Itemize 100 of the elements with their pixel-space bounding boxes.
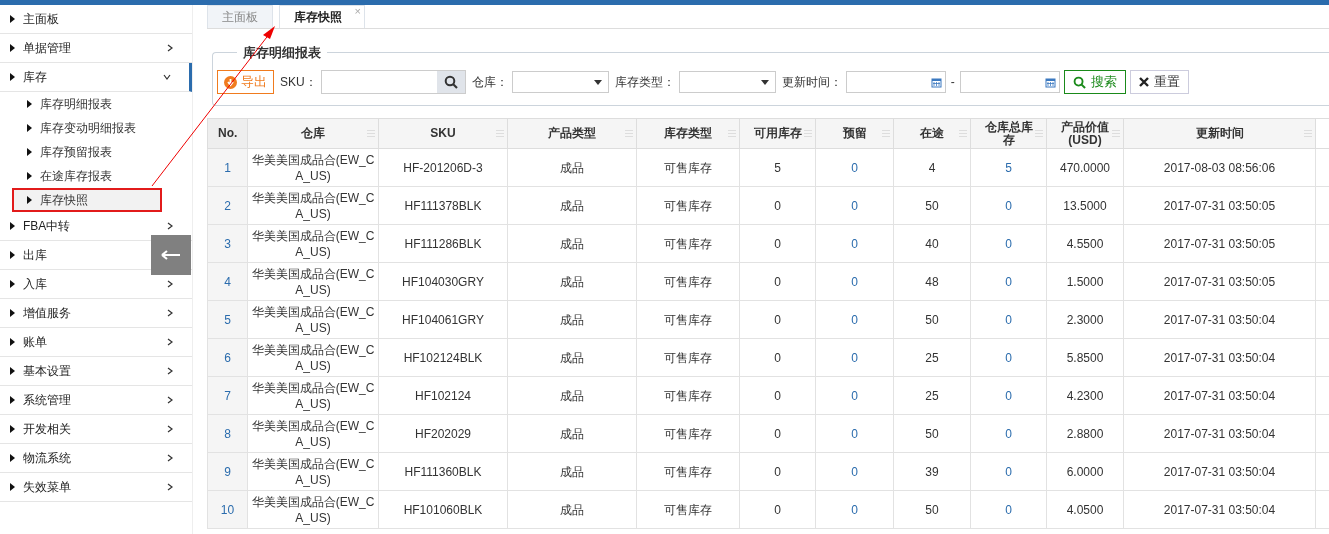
caret-icon bbox=[27, 100, 32, 108]
menu-item[interactable]: 库存 bbox=[0, 63, 192, 92]
caret-icon bbox=[27, 172, 32, 180]
table-cell: 2017-07-31 03:50:04 bbox=[1123, 490, 1316, 529]
table-cell: 50 bbox=[893, 300, 971, 339]
submenu-label: 在途库存报表 bbox=[40, 167, 112, 185]
table-cell: 0 bbox=[739, 376, 816, 415]
table-cell: 5 bbox=[207, 300, 248, 339]
caret-icon bbox=[10, 73, 15, 81]
menu-item[interactable]: 系统管理 bbox=[0, 386, 192, 415]
submenu-item[interactable]: 库存快照 bbox=[12, 188, 162, 212]
table-cell: 5 bbox=[970, 148, 1047, 187]
calendar-icon bbox=[1044, 76, 1056, 88]
table-cell: 成品 bbox=[507, 376, 637, 415]
submenu-item[interactable]: 库存变动明细报表 bbox=[0, 116, 192, 140]
table-cell: 可售库存 bbox=[636, 414, 740, 453]
menu-item[interactable]: 基本设置 bbox=[0, 357, 192, 386]
table-cell: HF202029 bbox=[378, 414, 508, 453]
arrow-left-icon bbox=[161, 250, 181, 260]
calendar-icon bbox=[930, 76, 942, 88]
reset-button[interactable]: 重置 bbox=[1129, 70, 1189, 94]
table-cell: 可售库存 bbox=[636, 338, 740, 377]
sku-field[interactable] bbox=[320, 70, 466, 94]
table-cell: 成品 bbox=[507, 414, 637, 453]
table-cell: 成品 bbox=[507, 262, 637, 301]
chevron-icon bbox=[163, 73, 171, 81]
table-cell: 13.5000 bbox=[1046, 186, 1124, 225]
table-cell: 成品 bbox=[507, 186, 637, 225]
table-cell: 可售库存 bbox=[636, 186, 740, 225]
search-button[interactable]: 搜索 bbox=[1063, 70, 1126, 94]
table-cell: 0 bbox=[815, 148, 894, 187]
chevron-icon bbox=[166, 396, 174, 404]
table-cell: 25 bbox=[893, 376, 971, 415]
table-cell: HF102124 bbox=[378, 376, 508, 415]
menu-item[interactable]: 单据管理 bbox=[0, 34, 192, 63]
table-cell: 可售库存 bbox=[636, 262, 740, 301]
filter-label: 更新时间： bbox=[781, 73, 842, 91]
menu-item[interactable]: 物流系统 bbox=[0, 444, 192, 473]
menu-item[interactable]: 开发相关 bbox=[0, 415, 192, 444]
submenu-item[interactable]: 库存预留报表 bbox=[0, 140, 192, 164]
table-cell: 2017-07-31 03:50:04 bbox=[1123, 414, 1316, 453]
menu-item[interactable]: 失效菜单 bbox=[0, 473, 192, 502]
table-cell: 华美美国成品合(EW_CA_US) bbox=[247, 224, 379, 263]
table-cell: 可售库存 bbox=[636, 490, 740, 529]
chevron-icon bbox=[166, 425, 174, 433]
table-cell: 2 bbox=[207, 186, 248, 225]
select-field[interactable] bbox=[678, 71, 776, 93]
column-header: 更新时间 bbox=[1123, 118, 1316, 149]
table-cell: 2017-08-03 08:56:06 bbox=[1123, 148, 1316, 187]
table-cell: 0 bbox=[739, 414, 816, 453]
date-field[interactable] bbox=[959, 71, 1060, 93]
download-icon bbox=[224, 75, 237, 89]
submenu-item[interactable]: 在途库存报表 bbox=[0, 164, 192, 188]
caret-icon bbox=[10, 251, 15, 259]
filter-label: SKU： bbox=[280, 73, 317, 91]
date-field[interactable] bbox=[845, 71, 946, 93]
caret-icon bbox=[27, 148, 32, 156]
table-cell: 5.8500 bbox=[1046, 338, 1124, 377]
chevron-icon bbox=[166, 483, 174, 491]
menu-item[interactable]: 主面板 bbox=[0, 5, 192, 34]
column-header: 预留 bbox=[815, 118, 894, 149]
dropdown-icon bbox=[593, 79, 602, 85]
caret-icon bbox=[10, 44, 15, 52]
table-cell: 0 bbox=[815, 186, 894, 225]
caret-icon bbox=[10, 280, 15, 288]
table-cell: 可售库存 bbox=[636, 224, 740, 263]
table-cell: 2.8800 bbox=[1046, 414, 1124, 453]
table-cell: 40 bbox=[893, 224, 971, 263]
submenu-label: 库存明细报表 bbox=[40, 95, 112, 113]
table-cell: 2017-07-31 03:50:04 bbox=[1123, 376, 1316, 415]
table-cell: 10 bbox=[207, 490, 248, 529]
caret-icon bbox=[10, 309, 15, 317]
table-cell: 6.0000 bbox=[1046, 452, 1124, 491]
table-cell: 2017-07-31 03:50:04 bbox=[1123, 338, 1316, 377]
table-cell: 2017-07-31 03:50:05 bbox=[1123, 224, 1316, 263]
tab[interactable]: 库存快照 × bbox=[279, 5, 365, 28]
close-icon bbox=[1138, 77, 1149, 87]
table-cell: 0 bbox=[815, 300, 894, 339]
table-cell: 50 bbox=[893, 186, 971, 225]
table-cell: 4.0500 bbox=[1046, 490, 1124, 529]
table-cell: 0 bbox=[815, 262, 894, 301]
column-header: SKU bbox=[378, 118, 508, 149]
column-header: 仓库总库存 bbox=[970, 118, 1047, 149]
collapse-button[interactable] bbox=[151, 235, 191, 275]
table-cell: 50 bbox=[893, 490, 971, 529]
submenu-item[interactable]: 库存明细报表 bbox=[0, 92, 192, 116]
submenu-label: 库存预留报表 bbox=[40, 143, 112, 161]
menu-item[interactable]: 账单 bbox=[0, 328, 192, 357]
caret-icon bbox=[10, 338, 15, 346]
filter-label: 库存类型： bbox=[614, 73, 675, 91]
table-cell: 0 bbox=[739, 452, 816, 491]
caret-icon bbox=[10, 222, 15, 230]
caret-icon bbox=[27, 124, 32, 132]
table-cell: 1.5000 bbox=[1046, 262, 1124, 301]
table-cell: 0 bbox=[815, 224, 894, 263]
menu-item[interactable]: 增值服务 bbox=[0, 299, 192, 328]
table-cell: 1 bbox=[207, 148, 248, 187]
panel-title: 库存明细报表 bbox=[237, 44, 327, 62]
select-field[interactable] bbox=[511, 71, 609, 93]
chevron-icon bbox=[166, 280, 174, 288]
